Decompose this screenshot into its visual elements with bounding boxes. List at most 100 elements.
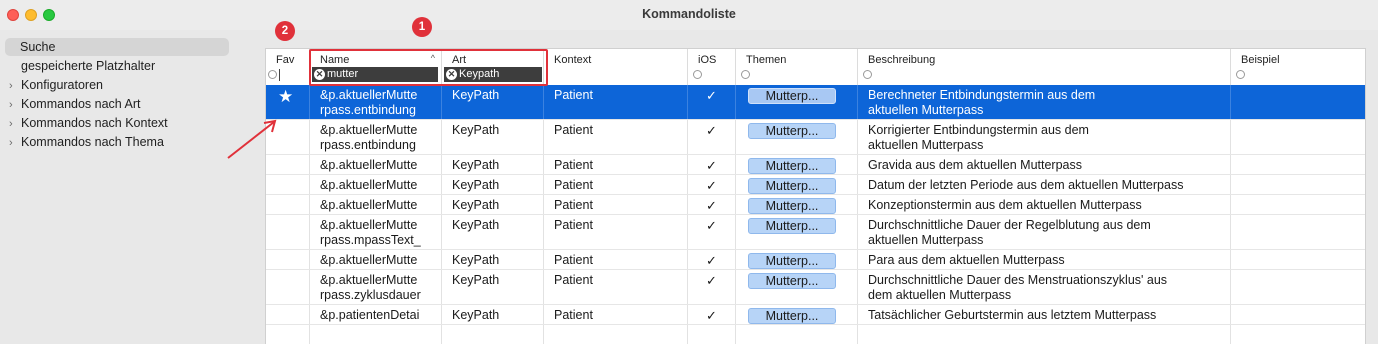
cell-beschreibung: Korrigierter Entbindungstermin aus dem a… <box>858 120 1231 154</box>
cell-name: &p.aktuellerMutte rpass.zyklusdauer <box>310 270 442 304</box>
table-row[interactable]: &p.aktuellerMutte KeyPath Patient ✓ Mutterp.… <box>266 175 1365 195</box>
sidebar-item-kommandos-nach-thema[interactable]: › Kommandos nach Thema <box>9 133 233 151</box>
favorite-star-icon[interactable]: ★ <box>266 87 293 106</box>
theme-tag[interactable]: Mutterp... <box>748 308 836 324</box>
cell-fav[interactable] <box>266 305 310 324</box>
theme-tag[interactable]: Mutterp... <box>748 198 836 214</box>
cell-themen: Mutterp... <box>736 85 858 119</box>
cell-beispiel <box>1231 85 1365 119</box>
theme-tag[interactable]: Mutterp... <box>748 218 836 234</box>
cell-beschreibung: Datum der letzten Periode aus dem aktuel… <box>858 175 1231 194</box>
cell-ios: ✓ <box>688 195 736 214</box>
annotation-highlight-box <box>309 49 548 86</box>
cell-name: &p.aktuellerMutte <box>310 155 442 174</box>
cell-themen: Mutterp... <box>736 175 858 194</box>
theme-tag[interactable]: Mutterp... <box>748 123 836 139</box>
column-header-ios[interactable]: iOS <box>688 49 736 85</box>
cell-fav[interactable] <box>266 215 310 249</box>
cell-name: &p.aktuellerMutte rpass.mpassText_ <box>310 215 442 249</box>
cell-ios: ✓ <box>688 215 736 249</box>
cell-kontext: Patient <box>544 155 688 174</box>
cell-beschreibung: Tatsächlicher Geburtstermin aus letztem … <box>858 305 1231 324</box>
fav-filter-radio[interactable] <box>268 70 277 79</box>
table-row[interactable]: &p.aktuellerMutte rpass.entbindung KeyPat… <box>266 120 1365 155</box>
sidebar: Suche gespeicherte Platzhalter › Konfigur… <box>0 30 243 344</box>
annotation-badge-1: 1 <box>412 17 432 37</box>
theme-tag[interactable]: Mutterp... <box>748 253 836 269</box>
table-row[interactable]: &p.aktuellerMutte rpass.mpassText_ KeyPat… <box>266 215 1365 250</box>
themen-filter-radio[interactable] <box>741 70 750 79</box>
table-row[interactable]: &p.aktuellerMutte KeyPath Patient ✓ Mutterp.… <box>266 155 1365 175</box>
cell-art: KeyPath <box>442 215 544 249</box>
beispiel-filter-radio[interactable] <box>1236 70 1245 79</box>
cell-art: KeyPath <box>442 120 544 154</box>
cell-themen: Mutterp... <box>736 195 858 214</box>
column-label: iOS <box>698 54 717 66</box>
column-label: Themen <box>746 54 787 66</box>
cell-themen: Mutterp... <box>736 155 858 174</box>
cell-art: KeyPath <box>442 175 544 194</box>
theme-tag[interactable]: Mutterp... <box>748 178 836 194</box>
column-header-beispiel[interactable]: Beispiel <box>1231 49 1365 85</box>
column-header-kontext[interactable]: Kontext <box>544 49 688 85</box>
sidebar-item-gespeicherte-platzhalter[interactable]: gespeicherte Platzhalter <box>9 57 233 75</box>
cell-beispiel <box>1231 250 1365 269</box>
beschreibung-filter-radio[interactable] <box>863 70 872 79</box>
theme-tag[interactable]: Mutterp... <box>748 88 836 104</box>
table-row[interactable]: &p.aktuellerMutte rpass.zyklusdauer KeyPa… <box>266 270 1365 305</box>
cell-kontext: Patient <box>544 85 688 119</box>
cell-beispiel <box>1231 120 1365 154</box>
table-row[interactable]: &p.patientenDetai KeyPath Patient ✓ Mutterp.… <box>266 305 1365 325</box>
chevron-right-icon[interactable]: › <box>9 134 21 152</box>
table-row[interactable]: &p.aktuellerMutte KeyPath Patient ✓ Mutterp.… <box>266 195 1365 215</box>
cell-fav[interactable]: ★ <box>266 85 310 119</box>
cell-art: KeyPath <box>442 270 544 304</box>
cell-name: &p.aktuellerMutte <box>310 195 442 214</box>
cell-kontext <box>544 325 688 344</box>
table-row[interactable]: ★ &p.aktuellerMutte rpass.entbindung KeyPa… <box>266 85 1365 120</box>
table-row[interactable] <box>266 325 1365 344</box>
theme-tag[interactable]: Mutterp... <box>748 158 836 174</box>
chevron-right-icon[interactable]: › <box>9 77 21 95</box>
chevron-right-icon[interactable]: › <box>9 96 21 114</box>
column-header-themen[interactable]: Themen <box>736 49 858 85</box>
cell-ios: ✓ <box>688 250 736 269</box>
favorite-star-icon[interactable] <box>266 252 278 269</box>
text-caret <box>279 69 280 81</box>
sidebar-item-suche[interactable]: Suche <box>5 38 229 56</box>
ios-filter-radio[interactable] <box>693 70 702 79</box>
cell-name: &p.patientenDetai <box>310 305 442 324</box>
cell-art: KeyPath <box>442 305 544 324</box>
sidebar-item-label: Kommandos nach Art <box>21 97 141 111</box>
column-header-fav[interactable]: Fav <box>266 49 310 85</box>
cell-themen: Mutterp... <box>736 215 858 249</box>
favorite-star-icon[interactable] <box>266 272 278 291</box>
annotation-badge-2: 2 <box>275 21 295 41</box>
cell-fav[interactable] <box>266 270 310 304</box>
theme-tag[interactable]: Mutterp... <box>748 273 836 289</box>
cell-beispiel <box>1231 325 1365 344</box>
chevron-right-icon[interactable]: › <box>9 115 21 133</box>
cell-fav[interactable] <box>266 195 310 214</box>
table-row[interactable]: &p.aktuellerMutte KeyPath Patient ✓ Mutterp.… <box>266 250 1365 270</box>
favorite-star-icon[interactable] <box>266 217 278 236</box>
cell-kontext: Patient <box>544 215 688 249</box>
column-header-beschreibung[interactable]: Beschreibung <box>858 49 1231 85</box>
favorite-star-icon[interactable] <box>266 307 278 324</box>
favorite-star-icon[interactable] <box>266 327 278 344</box>
cell-fav[interactable] <box>266 175 310 194</box>
cell-ios: ✓ <box>688 175 736 194</box>
cell-ios: ✓ <box>688 120 736 154</box>
window-title: Kommandoliste <box>642 7 736 21</box>
cell-beschreibung: Durchschnittliche Dauer der Regelblutung… <box>858 215 1231 249</box>
favorite-star-icon[interactable] <box>266 177 278 194</box>
cell-fav[interactable] <box>266 250 310 269</box>
sidebar-item-konfiguratoren[interactable]: › Konfiguratoren <box>9 76 233 94</box>
cell-fav[interactable] <box>266 325 310 344</box>
favorite-star-icon[interactable] <box>266 197 278 214</box>
cell-beispiel <box>1231 175 1365 194</box>
sidebar-item-kommandos-nach-kontext[interactable]: › Kommandos nach Kontext <box>9 114 233 132</box>
command-table: Fav Name ^ ✕ mutter Art ✕ Keypath Kontex… <box>265 48 1366 344</box>
sidebar-item-kommandos-nach-art[interactable]: › Kommandos nach Art <box>9 95 233 113</box>
column-label: Beschreibung <box>868 54 936 66</box>
